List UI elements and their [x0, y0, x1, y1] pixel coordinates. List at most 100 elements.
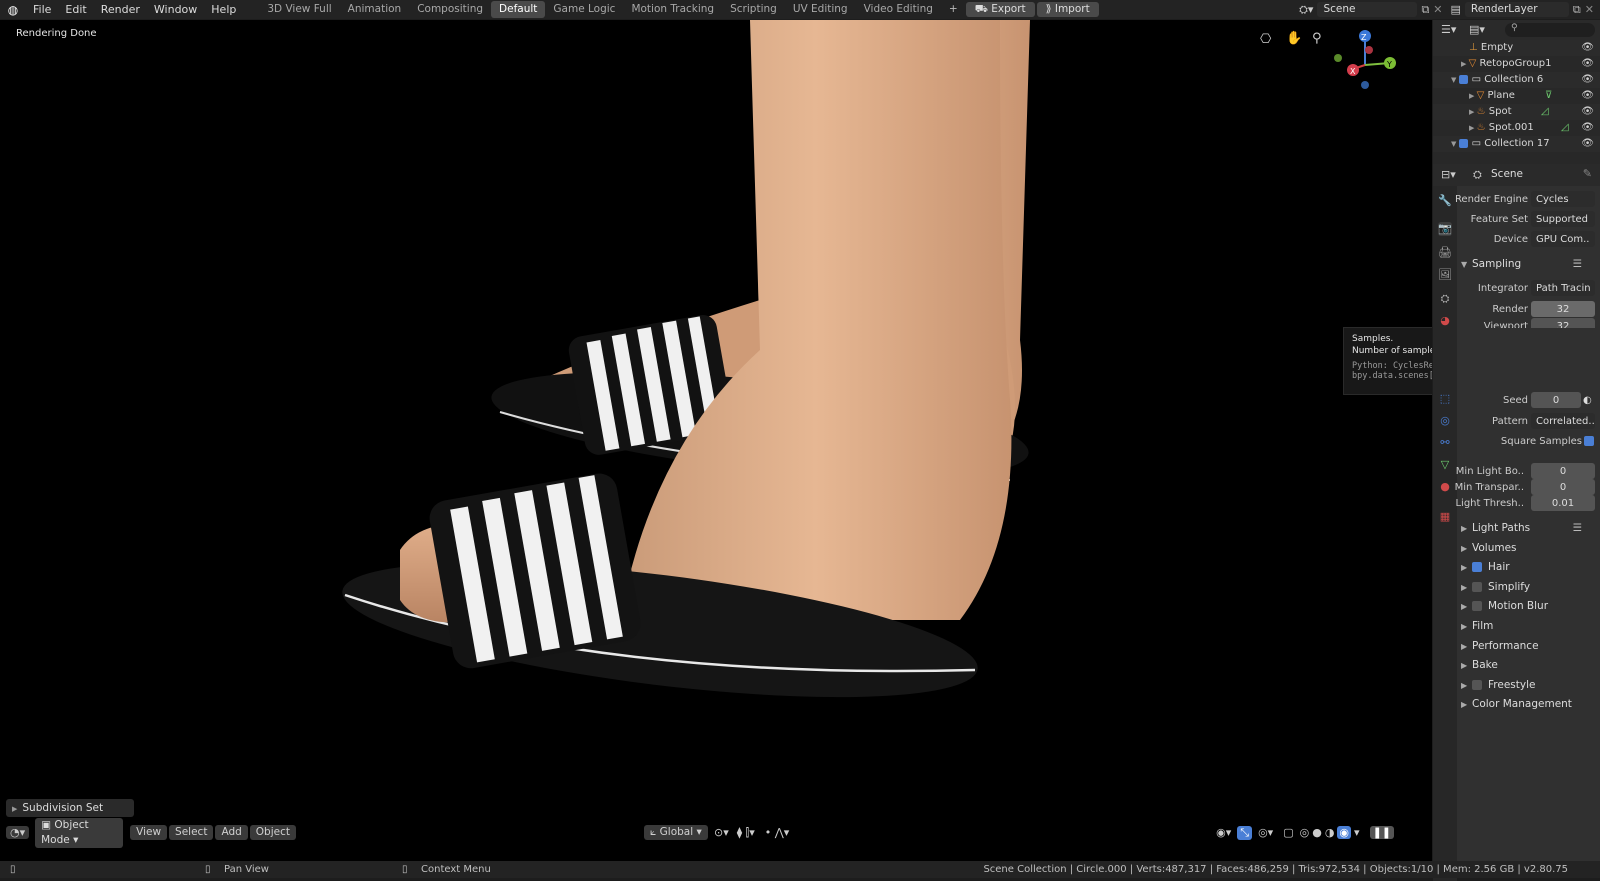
- last-operator-panel[interactable]: ▶ Subdivision Set: [6, 799, 134, 817]
- outliner-item[interactable]: ▶ ♨ Spot ◿ 👁: [1433, 104, 1600, 120]
- world-tab-icon[interactable]: ◕: [1438, 314, 1452, 328]
- properties-editor-icon[interactable]: ⊟▾: [1441, 168, 1456, 181]
- eye-icon[interactable]: 👁: [1581, 120, 1594, 136]
- tab-compositing[interactable]: Compositing: [409, 0, 491, 19]
- light-threshold-field[interactable]: 0.01: [1531, 495, 1595, 511]
- panel-simplify[interactable]: ▶ Simplify: [1458, 578, 1600, 597]
- eye-icon[interactable]: 👁: [1581, 40, 1594, 56]
- view-layer-field[interactable]: RenderLayer: [1464, 2, 1569, 17]
- outliner-item[interactable]: ▼ ▭ Collection 6 👁: [1433, 72, 1600, 88]
- blender-logo-icon[interactable]: ◍: [0, 3, 26, 17]
- seed-field[interactable]: 0: [1531, 392, 1581, 408]
- scene-field[interactable]: Scene: [1317, 2, 1418, 17]
- outliner-item[interactable]: ⊥ Empty 👁: [1433, 40, 1600, 56]
- shading-wireframe-icon[interactable]: ◎: [1300, 826, 1310, 839]
- eye-icon[interactable]: 👁: [1581, 56, 1594, 72]
- shading-material-icon[interactable]: ◑: [1325, 826, 1335, 839]
- outliner-item[interactable]: ▶ ♨ Spot.001 ◿ 👁: [1433, 120, 1600, 136]
- gizmo-toggle-icon[interactable]: ⤡: [1237, 825, 1253, 840]
- output-tab-icon[interactable]: 🖨: [1438, 246, 1452, 260]
- panel-motion-blur[interactable]: ▶ Motion Blur: [1458, 597, 1600, 616]
- camera-view-icon[interactable]: ⎔: [1260, 32, 1271, 47]
- square-samples-checkbox[interactable]: [1584, 436, 1594, 446]
- proportional-edit-icon[interactable]: • ⋀▾: [765, 826, 790, 839]
- panel-performance[interactable]: ▶ Performance: [1458, 637, 1600, 656]
- tab-game-logic[interactable]: Game Logic: [545, 0, 623, 19]
- motion-blur-checkbox[interactable]: [1472, 601, 1482, 611]
- xray-icon[interactable]: ▢: [1283, 826, 1293, 839]
- overlay-toggle-icon[interactable]: ◎▾: [1258, 826, 1273, 839]
- view-menu[interactable]: View: [130, 825, 168, 840]
- pause-render-icon[interactable]: ❚❚: [1369, 826, 1394, 839]
- tool-tab-icon[interactable]: 🔧: [1438, 194, 1452, 208]
- view-layer-tab-icon[interactable]: 🖼: [1438, 268, 1452, 282]
- min-transparent-field[interactable]: 0: [1531, 479, 1595, 495]
- render-engine-dropdown[interactable]: Cycles: [1531, 191, 1595, 207]
- pan-view-icon[interactable]: ✋: [1286, 31, 1302, 46]
- select-menu[interactable]: Select: [169, 825, 214, 840]
- navigation-gizmo[interactable]: Z Y X: [1330, 25, 1400, 95]
- menu-edit[interactable]: Edit: [58, 0, 93, 19]
- panel-color-management[interactable]: ▶ Color Management: [1458, 695, 1600, 714]
- collection-checkbox[interactable]: [1458, 74, 1468, 84]
- eye-icon[interactable]: 👁: [1581, 72, 1594, 88]
- shading-rendered-icon[interactable]: ◉: [1337, 826, 1352, 839]
- tab-default[interactable]: Default: [491, 1, 546, 18]
- tab-scripting[interactable]: Scripting: [722, 0, 785, 19]
- seed-animate-icon[interactable]: ◐: [1583, 392, 1592, 409]
- menu-file[interactable]: File: [26, 0, 58, 19]
- menu-help[interactable]: Help: [204, 0, 243, 19]
- tab-motion-tracking[interactable]: Motion Tracking: [623, 0, 722, 19]
- scene-tab-icon[interactable]: ⛭: [1438, 292, 1452, 306]
- outliner-item[interactable]: ▶ ▽ RetopoGroup1 👁: [1433, 56, 1600, 72]
- physics-tab-icon[interactable]: ◎: [1438, 414, 1452, 428]
- render-samples-field[interactable]: 32: [1531, 301, 1595, 317]
- tab-3d-view-full[interactable]: 3D View Full: [259, 0, 339, 19]
- collection-checkbox[interactable]: [1458, 138, 1468, 148]
- view-layer-new-icon[interactable]: ⧉: [1573, 3, 1581, 17]
- shading-options-icon[interactable]: ▾: [1354, 826, 1360, 839]
- pin-icon[interactable]: ✎: [1583, 167, 1592, 180]
- feature-set-dropdown[interactable]: Supported: [1531, 211, 1595, 227]
- presets-icon[interactable]: ☰: [1573, 255, 1582, 274]
- display-mode-icon[interactable]: ▤▾: [1469, 23, 1485, 36]
- freestyle-checkbox[interactable]: [1472, 680, 1482, 690]
- outliner-item[interactable]: ▼ ▭ Collection 17 👁: [1433, 136, 1600, 152]
- visibility-icon[interactable]: ◉▾: [1216, 826, 1231, 839]
- editor-type-icon[interactable]: ◔▾: [6, 826, 30, 839]
- pivot-icon[interactable]: ⊙▾: [714, 826, 729, 839]
- view-layer-close-icon[interactable]: ✕: [1585, 3, 1594, 16]
- integrator-dropdown[interactable]: Path Tracin: [1531, 280, 1595, 296]
- add-workspace-button[interactable]: +: [941, 0, 966, 19]
- add-menu[interactable]: Add: [215, 825, 248, 840]
- scene-icon[interactable]: ⛭▾: [1299, 3, 1313, 17]
- min-light-bounces-field[interactable]: 0: [1531, 463, 1595, 479]
- tab-uv-editing[interactable]: UV Editing: [785, 0, 856, 19]
- import-button[interactable]: ⟫ Import: [1036, 2, 1099, 17]
- presets-icon[interactable]: ☰: [1573, 519, 1582, 538]
- shading-solid-icon[interactable]: ●: [1312, 826, 1322, 839]
- outliner-editor-icon[interactable]: ☰▾: [1441, 23, 1456, 36]
- hair-checkbox[interactable]: [1472, 562, 1482, 572]
- pattern-dropdown[interactable]: Correlated..: [1531, 413, 1595, 429]
- simplify-checkbox[interactable]: [1472, 582, 1482, 592]
- panel-light-paths[interactable]: ▶ Light Paths ☰: [1458, 519, 1600, 538]
- constraints-tab-icon[interactable]: ⚯: [1438, 436, 1452, 450]
- view-layer-icon[interactable]: ▤: [1451, 3, 1461, 16]
- scene-close-icon[interactable]: ✕: [1433, 3, 1442, 16]
- eye-icon[interactable]: 👁: [1581, 88, 1594, 104]
- panel-bake[interactable]: ▶ Bake: [1458, 656, 1600, 675]
- panel-hair[interactable]: ▶ Hair: [1458, 558, 1600, 577]
- outliner-item[interactable]: ▶ ▽ Plane ⊽ 👁: [1433, 88, 1600, 104]
- object-tab-icon[interactable]: ⬚: [1438, 392, 1452, 406]
- zoom-view-icon[interactable]: ⚲: [1312, 31, 1322, 46]
- object-mode-dropdown[interactable]: ▣ Object Mode ▾: [35, 817, 124, 848]
- material-tab-icon[interactable]: ●: [1438, 480, 1452, 494]
- render-tab-icon[interactable]: 📷: [1438, 222, 1452, 236]
- data-tab-icon[interactable]: ▽: [1438, 458, 1452, 472]
- menu-window[interactable]: Window: [147, 0, 204, 19]
- orientation-dropdown[interactable]: ⟀ Global ▾: [644, 825, 708, 840]
- snap-icon[interactable]: ⧫ ⫿▾: [737, 826, 755, 840]
- object-menu[interactable]: Object: [249, 825, 296, 840]
- sampling-panel-header[interactable]: ▼ Sampling ☰: [1458, 255, 1600, 274]
